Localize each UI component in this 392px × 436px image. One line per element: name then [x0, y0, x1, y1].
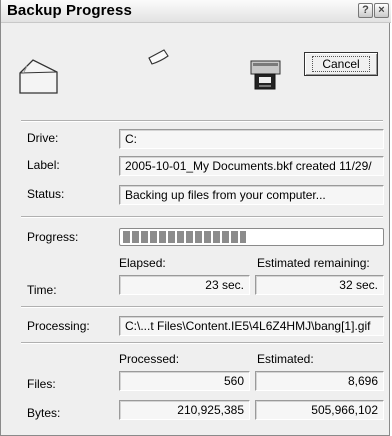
divider	[21, 216, 383, 218]
cancel-button-label: Cancel	[312, 56, 370, 72]
divider	[21, 120, 383, 122]
title-bar[interactable]: Backup Progress ? ×	[1, 0, 391, 23]
time-label: Time:	[27, 283, 57, 297]
document-icon	[148, 49, 169, 65]
drive-label: Drive:	[27, 131, 59, 145]
help-button[interactable]: ?	[358, 3, 373, 18]
bytes-label: Bytes:	[27, 406, 61, 420]
elapsed-header: Elapsed:	[119, 256, 166, 270]
divider	[21, 342, 383, 344]
cancel-button[interactable]: Cancel	[304, 52, 378, 76]
label-label: Label:	[27, 158, 60, 172]
files-estimated-value: 8,696	[255, 371, 384, 391]
close-button[interactable]: ×	[374, 3, 389, 18]
files-processed-value: 560	[119, 371, 250, 391]
folder-icon	[19, 59, 58, 94]
drive-value: C:	[119, 129, 384, 149]
progress-bar	[119, 228, 384, 246]
backup-progress-dialog: Backup Progress ? × Cancel Drive: C: Lab…	[0, 0, 391, 436]
processing-label: Processing:	[27, 319, 90, 333]
remaining-value: 32 sec.	[255, 275, 384, 295]
estimated-header: Estimated:	[257, 352, 314, 366]
status-value: Backing up files from your computer...	[119, 185, 384, 205]
files-label: Files:	[27, 377, 56, 391]
remaining-header: Estimated remaining:	[257, 256, 370, 270]
bytes-estimated-value: 505,966,102	[255, 400, 384, 420]
dialog-title: Backup Progress	[7, 2, 132, 19]
processed-header: Processed:	[119, 352, 180, 366]
progress-fill	[123, 231, 247, 243]
status-label: Status:	[27, 187, 65, 201]
progress-label: Progress:	[27, 230, 79, 244]
tape-drive-icon	[250, 60, 281, 90]
backup-label-value: 2005-10-01_My Documents.bkf created 11/2…	[119, 156, 384, 176]
bytes-processed-value: 210,925,385	[119, 400, 250, 420]
elapsed-value: 23 sec.	[119, 275, 250, 295]
divider	[21, 306, 383, 308]
processing-value: C:\...t Files\Content.IE5\4L6Z4HMJ\bang[…	[119, 316, 384, 336]
